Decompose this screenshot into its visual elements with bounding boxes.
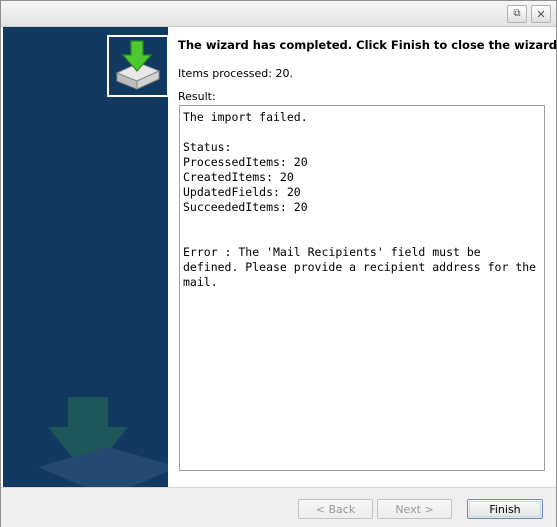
completion-heading: The wizard has completed. Click Finish t… [178, 38, 557, 52]
finish-button[interactable]: Finish [467, 499, 543, 519]
wizard-footer: < Back Next > Finish [1, 487, 556, 527]
result-textbox[interactable]: The import failed. Status: ProcessedItem… [179, 105, 545, 471]
result-label: Result: [178, 90, 216, 103]
next-button[interactable]: Next > [377, 499, 452, 519]
wizard-content: The wizard has completed. Click Finish t… [168, 27, 557, 487]
import-wizard-icon [107, 35, 168, 97]
wizard-dialog: ⧉ ✕ The wizard has completed. Click Fini… [0, 0, 557, 527]
dialog-titlebar: ⧉ ✕ [1, 1, 556, 27]
import-watermark-icon [38, 397, 168, 487]
items-processed-text: Items processed: 20. [178, 67, 293, 80]
close-icon[interactable]: ✕ [531, 5, 551, 23]
back-button[interactable]: < Back [298, 499, 373, 519]
wizard-sidebar [3, 27, 168, 487]
popout-icon[interactable]: ⧉ [507, 5, 527, 23]
